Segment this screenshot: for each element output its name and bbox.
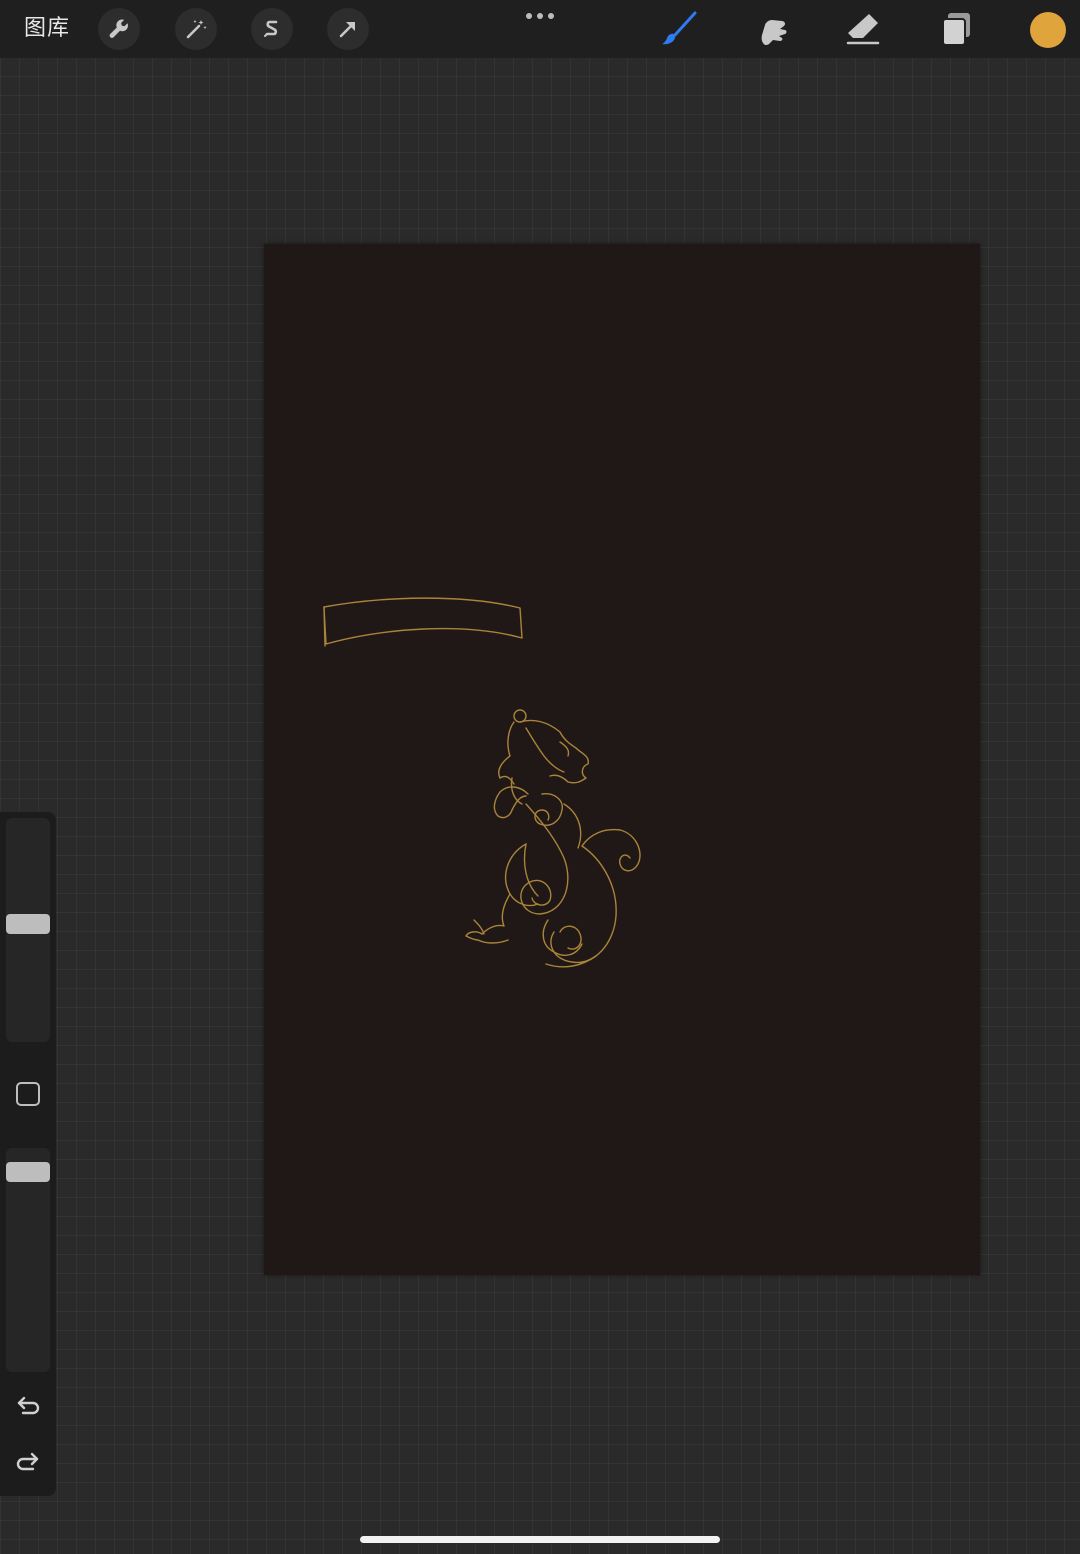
selection-s-icon[interactable] [251,8,293,50]
current-color-swatch[interactable] [1030,12,1066,48]
opacity-slider[interactable] [6,1148,50,1372]
left-sidebar [0,812,56,1496]
adjustments-magic-wand-icon[interactable] [175,8,217,50]
procreate-workspace: 图库 [0,0,1080,1554]
eraser-icon[interactable] [840,8,886,50]
layers-icon[interactable] [932,8,978,50]
square-modify-icon[interactable] [16,1082,40,1106]
sketch-artwork [323,597,641,968]
smudge-icon[interactable] [748,8,794,50]
undo-arrow-icon[interactable] [12,1390,44,1422]
banner-sketch [323,597,523,645]
drawing-canvas[interactable] [264,244,980,1275]
gallery-button[interactable]: 图库 [24,14,70,44]
home-indicator[interactable] [360,1536,720,1543]
creature-sketch [465,709,641,968]
ellipsis-icon[interactable] [522,6,558,26]
top-toolbar: 图库 [0,0,1080,58]
actions-wrench-icon[interactable] [98,8,140,50]
brush-size-slider-thumb[interactable] [6,914,50,934]
brush-icon[interactable] [656,8,702,50]
redo-arrow-icon[interactable] [12,1446,44,1478]
opacity-slider-thumb[interactable] [6,1162,50,1182]
transform-arrow-icon[interactable] [327,8,369,50]
brush-size-slider[interactable] [6,818,50,1042]
